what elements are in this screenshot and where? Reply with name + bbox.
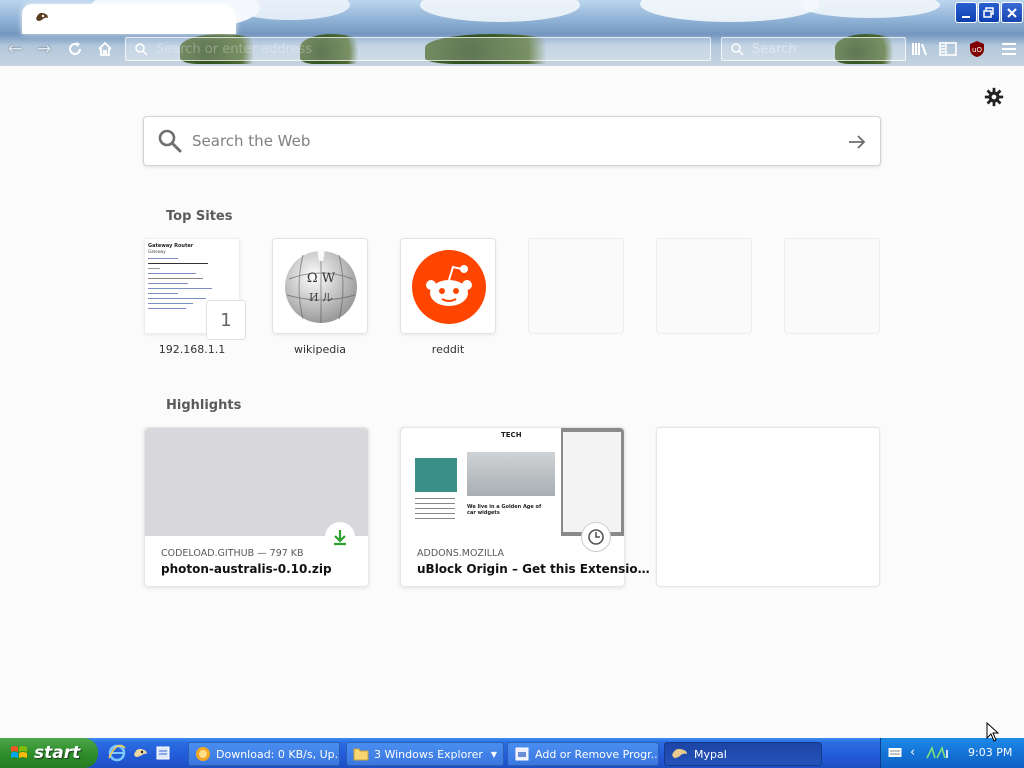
highlight-card[interactable]: CODELOAD.GITHUB — 797 KB photon-australi… [144,427,369,587]
taskbar-button-active[interactable]: Mypal [664,742,822,766]
arrow-right-icon[interactable] [845,130,869,154]
chevron-down-icon: ▼ [490,749,497,759]
taskbar-button-label: Mypal [694,747,727,761]
sky-cloud [800,0,940,18]
taskbar-button[interactable]: Download: 0 KB/s, Up... [188,742,340,766]
site-label: wikipedia [293,343,346,356]
home-icon [98,41,112,56]
search-bar[interactable]: Search [721,37,906,61]
highlight-source: CODELOAD.GITHUB — 797 KB [161,548,304,559]
ie-icon[interactable] [108,744,126,762]
reddit-logo-icon [412,250,486,324]
top-site-empty[interactable] [656,238,752,334]
system-tray: ‹ 9:03 PM [880,738,1024,768]
highlight-image [145,428,368,536]
highlight-source: ADDONS.MOZILLA [417,548,505,559]
site-thumbnail: Ω W И ル [272,238,368,334]
top-sites-title: Top Sites [166,209,233,224]
search-icon [731,43,744,56]
site-thumbnail [784,238,880,334]
ublock-button[interactable]: uO [967,40,987,58]
highlights-title: Highlights [166,398,242,413]
hamburger-icon [1002,43,1016,55]
taskbar-button-label: Add or Remove Progr... [535,747,659,761]
site-thumbnail [400,238,496,334]
close-button[interactable] [1001,2,1023,23]
url-bar[interactable]: Search or enter address [125,37,711,61]
article-preview: TECH We live in a Golden Age of car widg… [401,428,561,536]
gear-icon[interactable] [983,86,1005,108]
back-button[interactable]: ← [5,38,25,60]
firefox-icon [196,747,210,761]
sky-cloud [420,0,580,22]
keyboard-icon[interactable] [888,747,902,759]
site-thumbnail: Gateway Router Gateway 1 [144,238,246,340]
extension-popup-preview [563,432,621,532]
add-remove-programs-icon [515,747,529,761]
reload-icon [69,42,81,55]
search-placeholder: Search the Web [192,132,311,150]
top-site-empty[interactable] [528,238,624,334]
windows-logo-icon [11,746,27,758]
start-label: start [34,743,81,763]
mypal-icon [672,748,687,758]
top-site-empty[interactable] [784,238,880,334]
sky-cloud [640,0,820,22]
library-button[interactable] [910,40,930,58]
home-button[interactable] [95,38,115,60]
site-badge: 1 [206,300,246,340]
reload-button[interactable] [65,38,85,60]
top-site-wikipedia[interactable]: Ω W И ル wikipedia [272,238,368,356]
web-search-box[interactable]: Search the Web [143,116,881,166]
url-placeholder: Search or enter address [156,41,313,57]
highlight-image: TECH We live in a Golden Age of car widg… [401,428,624,536]
highlight-card[interactable]: TECH We live in a Golden Age of car widg… [400,427,650,587]
mypal-icon [36,12,48,21]
mypal-icon[interactable] [132,744,150,762]
site-thumbnail [528,238,624,334]
clock-icon [581,522,611,552]
wikipedia-globe-icon: Ω W И ル [285,249,357,323]
chevron-left-icon[interactable]: ‹ [910,745,915,760]
top-site-router[interactable]: Gateway Router Gateway 1 192.168.1.1 [144,238,246,356]
svg-text:uO: uO [972,46,982,54]
search-icon [158,129,182,153]
restore-button[interactable] [978,2,1000,23]
folder-icon [353,748,369,761]
site-label: 192.168.1.1 [158,343,226,356]
sidebar-icon [939,42,957,56]
forward-button[interactable]: → [34,38,54,60]
article-image [415,458,457,492]
clock[interactable]: 9:03 PM [968,746,1012,759]
highlight-title: photon-australis-0.10.zip [161,562,332,576]
article-header: TECH [501,431,522,439]
start-button[interactable]: start [0,738,98,768]
menu-button[interactable] [999,40,1019,58]
taskbar-button-label: Download: 0 KB/s, Up... [216,747,340,761]
article-caption: We live in a Golden Age of car widgets [467,504,542,516]
search-placeholder: Search [752,41,797,57]
site-label: reddit [431,343,465,356]
network-icon[interactable] [925,746,953,760]
svg-text:И ル: И ル [309,291,333,304]
taskbar-button[interactable]: 3 Windows Explorer ▼ [346,742,504,766]
search-icon [135,43,148,56]
car-image [467,452,555,496]
svg-text:Ω W: Ω W [307,271,336,286]
sidebar-button[interactable] [938,40,958,58]
taskbar-button[interactable]: Add or Remove Progr... [507,742,659,766]
ublock-icon: uO [970,41,984,57]
library-icon [912,43,927,56]
active-tab[interactable] [22,4,236,34]
top-site-reddit[interactable]: reddit [400,238,496,356]
site-thumbnail [656,238,752,334]
highlight-title: uBlock Origin – Get this Extensio… [417,562,650,576]
router-page-subtitle: Gateway [148,249,166,254]
minimize-button[interactable] [955,2,977,23]
taskbar-button-label: 3 Windows Explorer [374,747,483,761]
highlight-card-empty [656,427,880,587]
app-icon[interactable] [154,744,172,762]
download-icon [325,522,355,552]
mouse-cursor-icon [986,722,1000,742]
